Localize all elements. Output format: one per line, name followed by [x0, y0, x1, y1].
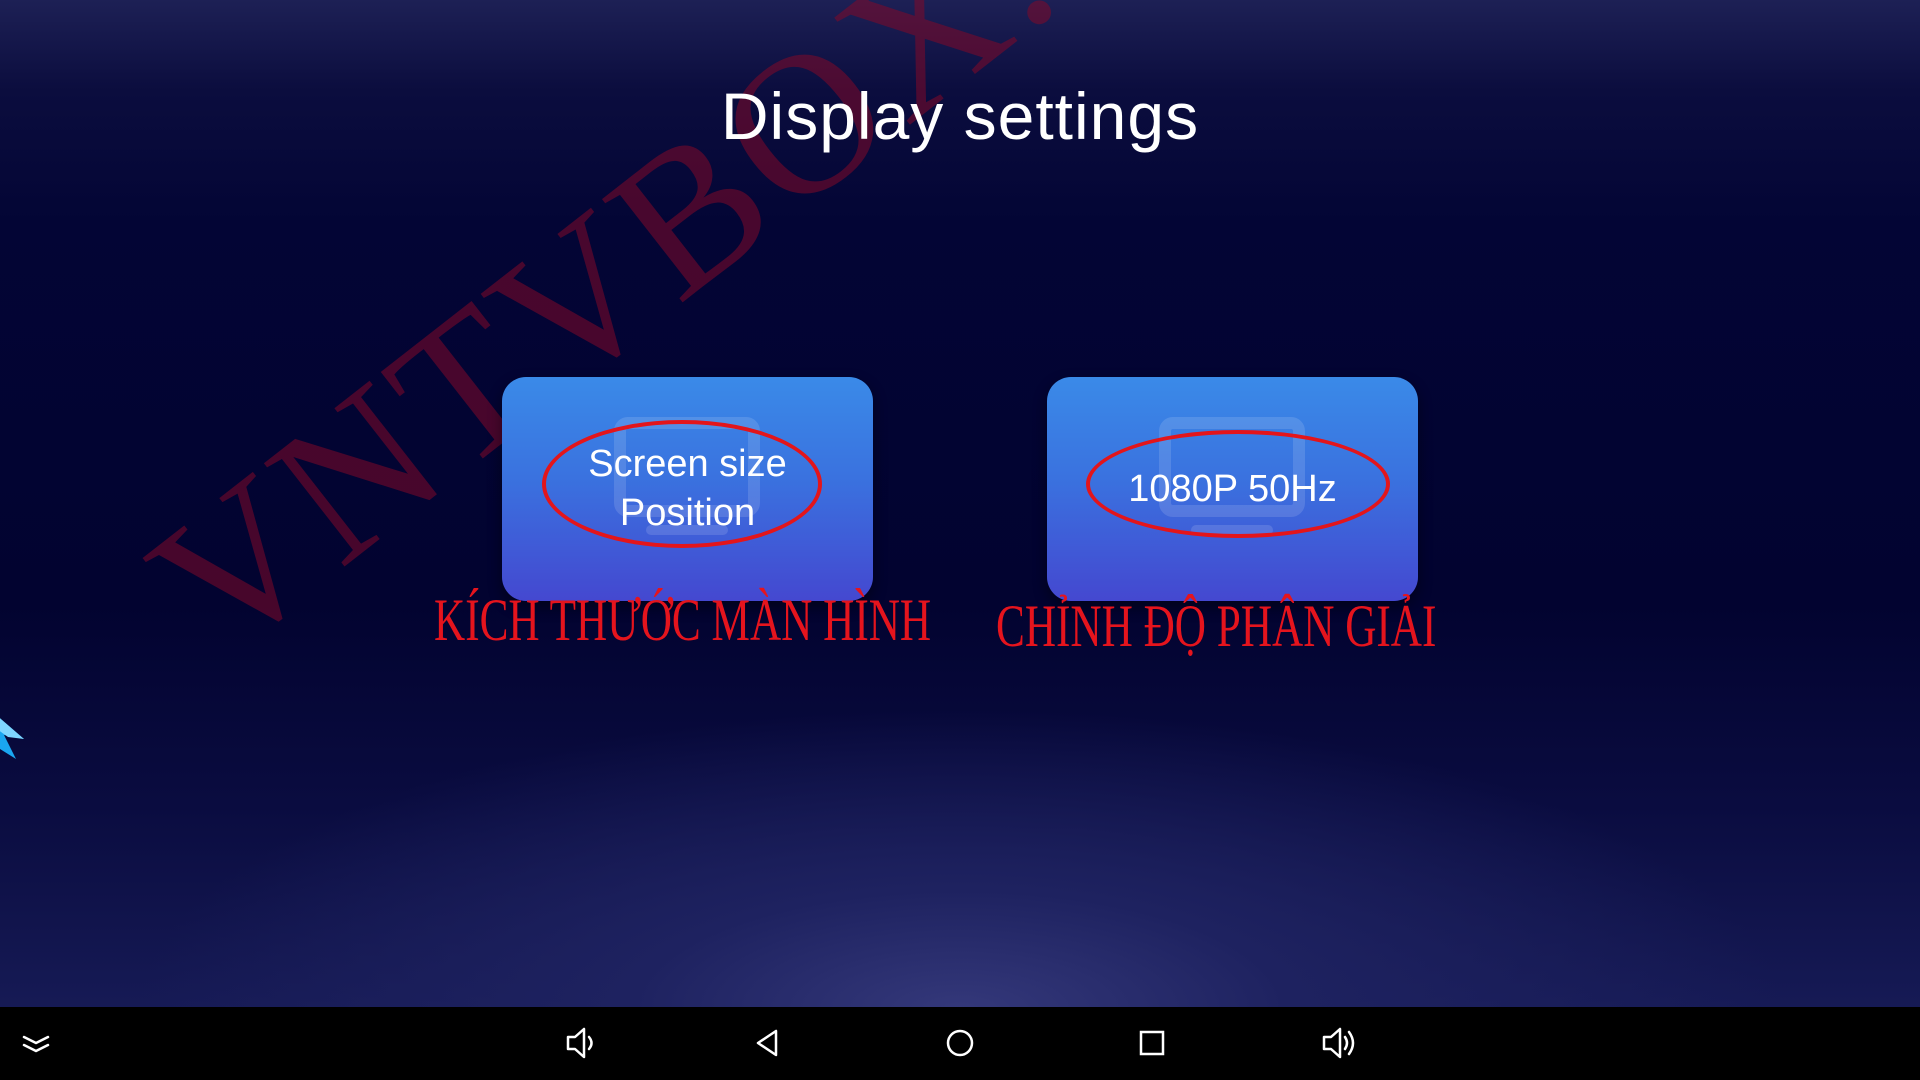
navigation-bar: [0, 1007, 1920, 1080]
side-arrow-icon: [0, 718, 24, 759]
screen-size-position-button[interactable]: Screen size Position: [502, 377, 873, 601]
home-button[interactable]: [938, 1021, 982, 1065]
resolution-annotation: CHỈNH ĐỘ PHÂN GIẢI: [996, 593, 1437, 659]
home-icon: [946, 1029, 974, 1057]
hide-bar-icon: [22, 1035, 50, 1053]
volume-up-icon: [1322, 1027, 1355, 1059]
recents-icon: [1139, 1030, 1165, 1056]
back-button[interactable]: [746, 1021, 790, 1065]
back-icon: [756, 1029, 778, 1057]
position-label: Position: [619, 492, 756, 534]
volume-down-button[interactable]: [560, 1021, 604, 1065]
resolution-button[interactable]: 1080P 50Hz: [1047, 377, 1418, 601]
recents-button[interactable]: [1130, 1021, 1174, 1065]
screen-size-annotation: KÍCH THƯỚC MÀN HÌNH: [434, 587, 932, 653]
screen-size-label: Screen size: [588, 443, 787, 485]
volume-up-button[interactable]: [1318, 1021, 1362, 1065]
page-title: Display settings: [720, 79, 1200, 153]
hide-bar-button[interactable]: [14, 1021, 58, 1065]
resolution-label: 1080P 50Hz: [1128, 467, 1337, 510]
display-settings-screen: VNTVBOX.COM Display settings Screen size…: [0, 0, 1920, 1007]
volume-down-icon: [566, 1027, 593, 1059]
